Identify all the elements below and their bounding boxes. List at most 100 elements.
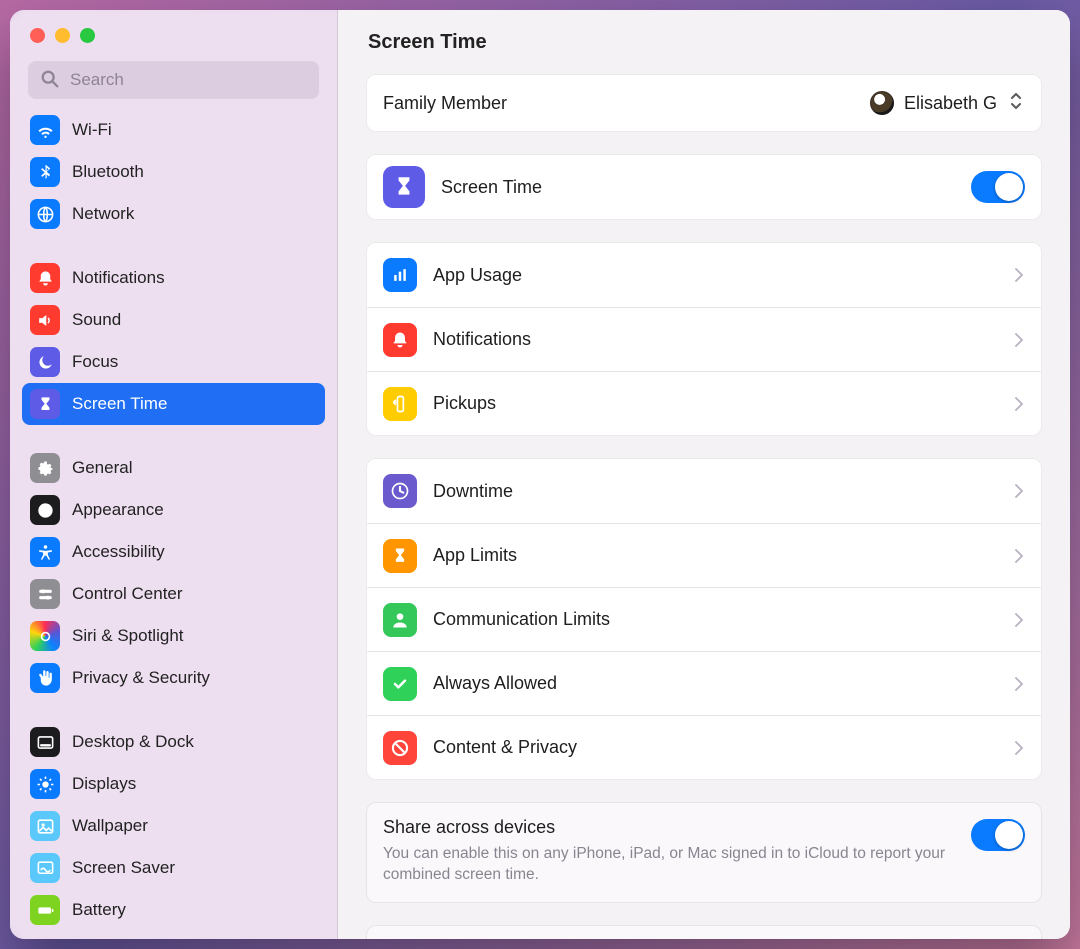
limits-row-communication-limits[interactable]: Communication Limits	[367, 587, 1041, 651]
sidebar-item-displays[interactable]: Displays	[22, 763, 325, 805]
passcode-card: Use Screen Time Passcode	[366, 925, 1042, 939]
sidebar-item-siri-spotlight[interactable]: Siri & Spotlight	[22, 615, 325, 657]
sidebar-item-label: Wi-Fi	[72, 120, 112, 140]
chevron-right-icon	[1013, 547, 1025, 565]
gear-icon	[30, 453, 60, 483]
usage-row-pickups[interactable]: Pickups	[367, 371, 1041, 435]
sidebar-item-label: Desktop & Dock	[72, 732, 194, 752]
window-controls	[10, 10, 337, 43]
sidebar-item-label: Battery	[72, 900, 126, 920]
sidebar-item-screen-saver[interactable]: Screen Saver	[22, 847, 325, 889]
accessibility-icon	[30, 537, 60, 567]
row-label: App Limits	[433, 545, 517, 566]
share-devices-row: Share across devices You can enable this…	[367, 803, 1041, 902]
screen-time-label: Screen Time	[441, 177, 542, 198]
hourglass-icon	[30, 389, 60, 419]
family-member-label: Family Member	[383, 93, 507, 114]
sidebar-item-label: Screen Saver	[72, 858, 175, 878]
clock-icon	[383, 474, 417, 508]
sidebar-item-label: Network	[72, 204, 134, 224]
chart-icon	[383, 258, 417, 292]
siri-icon	[30, 621, 60, 651]
sidebar-item-label: Privacy & Security	[72, 668, 210, 688]
sidebar-item-label: Bluetooth	[72, 162, 144, 182]
avatar	[870, 91, 894, 115]
passcode-row: Use Screen Time Passcode	[367, 926, 1041, 939]
row-label: Communication Limits	[433, 609, 610, 630]
chevron-right-icon	[1013, 482, 1025, 500]
bell-icon	[30, 263, 60, 293]
sidebar-item-network[interactable]: Network	[22, 193, 325, 235]
zoom-window-button[interactable]	[80, 28, 95, 43]
sidebar-item-desktop-dock[interactable]: Desktop & Dock	[22, 721, 325, 763]
sidebar-item-label: Sound	[72, 310, 121, 330]
screen-time-toggle-card: Screen Time	[366, 154, 1042, 220]
sidebar: Wi-Fi Bluetooth Network Notifications Sound F…	[10, 10, 338, 939]
main-content: Screen Time Family Member Elisabeth G	[338, 10, 1070, 939]
sidebar-list[interactable]: Wi-Fi Bluetooth Network Notifications Sound F…	[10, 109, 337, 939]
sidebar-item-label: Siri & Spotlight	[72, 626, 184, 646]
family-member-name: Elisabeth G	[904, 93, 997, 114]
sidebar-item-label: General	[72, 458, 132, 478]
check-icon	[383, 667, 417, 701]
row-label: Always Allowed	[433, 673, 557, 694]
usage-row-notifications[interactable]: Notifications	[367, 307, 1041, 371]
sliders-icon	[30, 579, 60, 609]
sidebar-item-wallpaper[interactable]: Wallpaper	[22, 805, 325, 847]
chevron-right-icon	[1013, 611, 1025, 629]
row-label: App Usage	[433, 265, 522, 286]
sidebar-item-accessibility[interactable]: Accessibility	[22, 531, 325, 573]
share-devices-card: Share across devices You can enable this…	[366, 802, 1042, 903]
sidebar-item-bluetooth[interactable]: Bluetooth	[22, 151, 325, 193]
sidebar-item-focus[interactable]: Focus	[22, 341, 325, 383]
limits-row-downtime[interactable]: Downtime	[367, 459, 1041, 523]
sidebar-item-wi-fi[interactable]: Wi-Fi	[22, 109, 325, 151]
moon-icon	[30, 347, 60, 377]
share-devices-desc: You can enable this on any iPhone, iPad,…	[383, 844, 951, 886]
limits-row-app-limits[interactable]: App Limits	[367, 523, 1041, 587]
page-title: Screen Time	[368, 31, 487, 54]
close-window-button[interactable]	[30, 28, 45, 43]
settings-window: Wi-Fi Bluetooth Network Notifications Sound F…	[10, 10, 1070, 939]
chevron-right-icon	[1013, 266, 1025, 284]
usage-row-app-usage[interactable]: App Usage	[367, 243, 1041, 307]
sun-icon	[30, 769, 60, 799]
screen-time-toggle[interactable]	[971, 171, 1025, 203]
pickup-icon	[383, 387, 417, 421]
sidebar-item-notifications[interactable]: Notifications	[22, 257, 325, 299]
sidebar-item-label: Displays	[72, 774, 136, 794]
sidebar-item-label: Appearance	[72, 500, 164, 520]
hourglass-icon	[383, 166, 425, 208]
sidebar-item-label: Notifications	[72, 268, 165, 288]
limits-row-content-privacy[interactable]: Content & Privacy	[367, 715, 1041, 779]
bluetooth-icon	[30, 157, 60, 187]
limits-card: Downtime App Limits Communication Limits Al…	[366, 458, 1042, 780]
share-devices-toggle[interactable]	[971, 819, 1025, 851]
chevron-right-icon	[1013, 675, 1025, 693]
battery-icon	[30, 895, 60, 925]
row-label: Content & Privacy	[433, 737, 577, 758]
family-member-row[interactable]: Family Member Elisabeth G	[367, 75, 1041, 131]
wifi-icon	[30, 115, 60, 145]
sidebar-item-general[interactable]: General	[22, 447, 325, 489]
sidebar-item-screen-time[interactable]: Screen Time	[22, 383, 325, 425]
chevron-right-icon	[1013, 739, 1025, 757]
sidebar-item-appearance[interactable]: Appearance	[22, 489, 325, 531]
globe-icon	[30, 199, 60, 229]
sidebar-item-label: Focus	[72, 352, 118, 372]
speaker-icon	[30, 305, 60, 335]
minimize-window-button[interactable]	[55, 28, 70, 43]
limits-row-always-allowed[interactable]: Always Allowed	[367, 651, 1041, 715]
usage-card: App Usage Notifications Pickups	[366, 242, 1042, 436]
family-member-card: Family Member Elisabeth G	[366, 74, 1042, 132]
nosign-icon	[383, 731, 417, 765]
content-scroll[interactable]: Family Member Elisabeth G S	[338, 74, 1070, 939]
sidebar-item-privacy-security[interactable]: Privacy & Security	[22, 657, 325, 699]
search-input[interactable]	[28, 61, 319, 99]
sidebar-item-control-center[interactable]: Control Center	[22, 573, 325, 615]
row-label: Notifications	[433, 329, 531, 350]
sidebar-item-sound[interactable]: Sound	[22, 299, 325, 341]
sidebar-item-battery[interactable]: Battery	[22, 889, 325, 931]
hourglass-icon	[383, 539, 417, 573]
person-icon	[383, 603, 417, 637]
